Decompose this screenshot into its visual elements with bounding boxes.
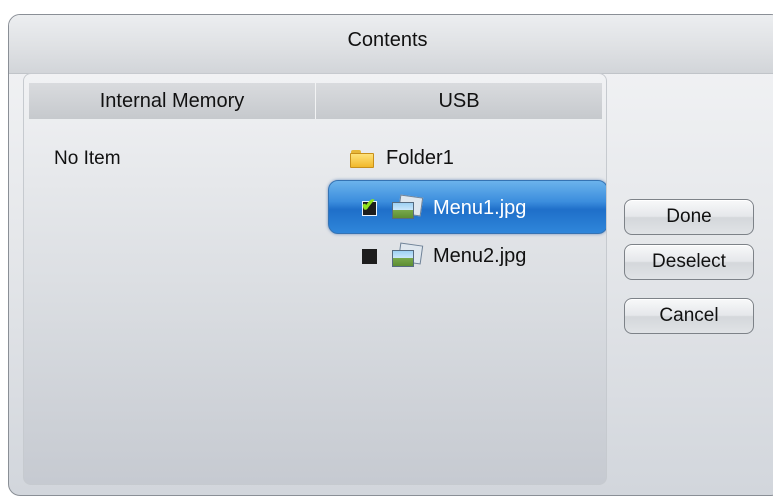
folder-icon — [350, 149, 374, 168]
checkbox-unchecked-icon[interactable] — [362, 248, 377, 264]
deselect-button[interactable]: Deselect — [624, 244, 754, 280]
usb-file-item[interactable]: Menu2.jpg — [362, 242, 527, 268]
image-file-icon — [391, 242, 424, 268]
contents-dialog: Contents Internal Memory USB No Item Fol… — [8, 14, 773, 496]
image-file-icon — [391, 194, 424, 220]
column-header-usb[interactable]: USB — [316, 83, 602, 119]
file-label: Menu1.jpg — [433, 196, 527, 219]
usb-folder-item[interactable]: Folder1 — [350, 147, 454, 170]
checkbox-checked-icon[interactable]: ✔ — [361, 196, 377, 216]
folder-label: Folder1 — [386, 147, 454, 169]
cancel-button[interactable]: Cancel — [624, 298, 754, 334]
file-label: Menu2.jpg — [433, 244, 527, 267]
contents-panel: Internal Memory USB No Item Folder1 ✔ Me… — [23, 73, 607, 485]
column-header-internal-memory[interactable]: Internal Memory — [29, 83, 316, 119]
done-button[interactable]: Done — [624, 199, 754, 235]
usb-file-item[interactable]: ✔ Menu1.jpg — [361, 194, 527, 220]
internal-memory-empty-text: No Item — [54, 148, 121, 169]
dialog-title: Contents — [347, 29, 428, 51]
